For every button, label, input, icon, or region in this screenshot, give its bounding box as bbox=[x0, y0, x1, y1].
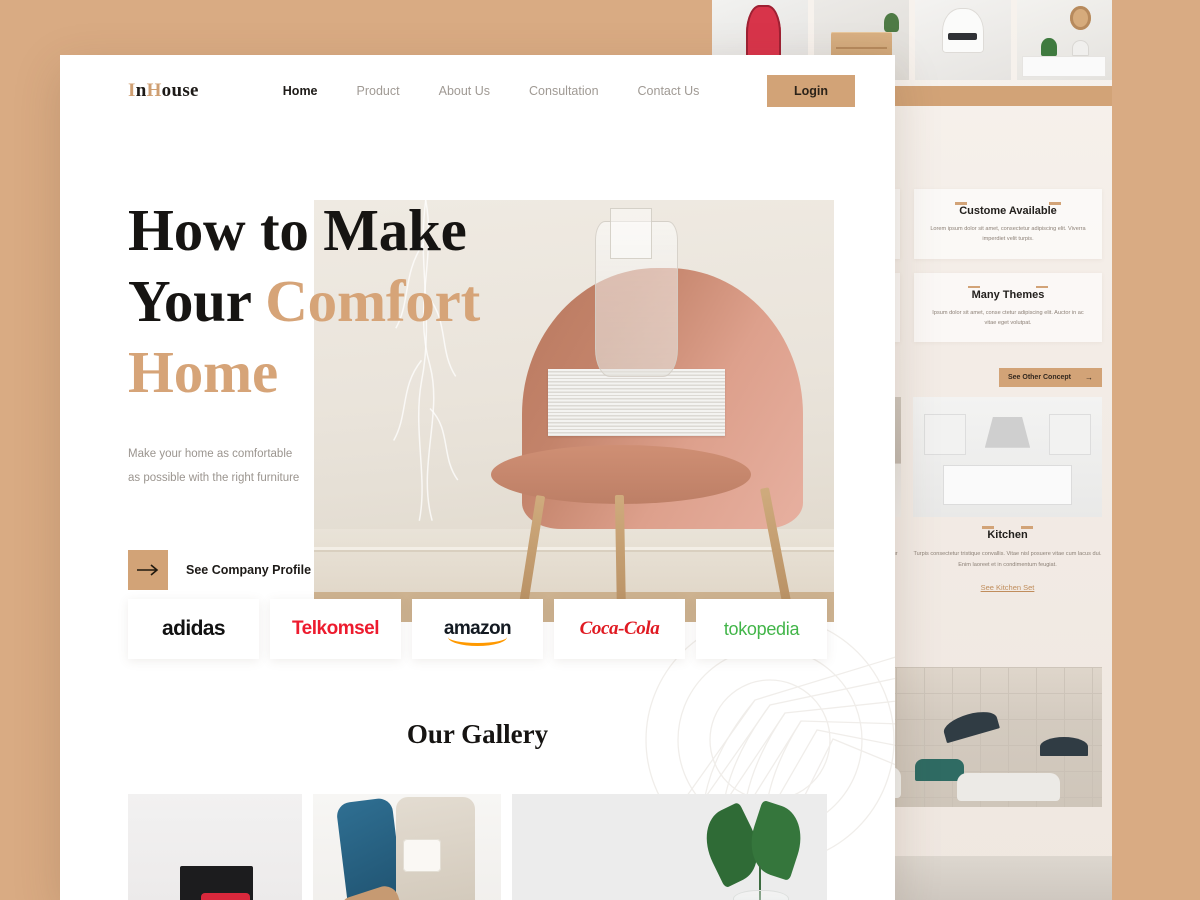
room-title: Kitchen bbox=[982, 526, 1034, 542]
hero-heading-line2-accent: Comfort bbox=[265, 267, 481, 334]
hero-heading-line1: How to Make bbox=[128, 197, 467, 263]
hero-heading-line2-plain: Your bbox=[128, 267, 266, 334]
arrow-right-icon[interactable] bbox=[128, 549, 168, 590]
amazon-smile-icon bbox=[447, 637, 508, 646]
gallery-grid bbox=[60, 794, 895, 900]
hero-heading-line3: Home bbox=[128, 338, 278, 405]
nav-item-about-us[interactable]: About Us bbox=[439, 84, 490, 98]
brand-label: tokopedia bbox=[723, 618, 800, 639]
room-body: Turpis consectetur tristique convallis. … bbox=[913, 551, 1102, 568]
landing-page-card: InHouse Home Product About Us Consultati… bbox=[60, 55, 895, 900]
nav-links: Home Product About Us Consultation Conta… bbox=[283, 84, 700, 98]
screenshot-root: See All Gallery Our Features 5 Years War… bbox=[0, 0, 1200, 900]
room-kitchen[interactable]: Kitchen Turpis consectetur tristique con… bbox=[913, 397, 1102, 592]
nav-item-consultation[interactable]: Consultation bbox=[529, 84, 599, 98]
brand-logos-row: adidas Telkomsel amazon Coca-Cola tokope… bbox=[60, 599, 895, 659]
feature-title: Custome Available bbox=[955, 202, 1061, 217]
see-company-profile-cta[interactable]: See Company Profile bbox=[128, 549, 480, 590]
arrow-right-icon: → bbox=[1085, 373, 1093, 383]
feature-body: Lorem ipsum dolor sit amet, consectetur … bbox=[930, 226, 1086, 243]
kitchen-image bbox=[913, 397, 1102, 518]
nav-item-home[interactable]: Home bbox=[283, 84, 318, 98]
brand-logo-amazon[interactable]: amazon bbox=[412, 599, 543, 659]
gallery-thumbnail-white-chair[interactable] bbox=[915, 0, 1011, 80]
gallery-thumbnail-shelf-clock[interactable] bbox=[1016, 0, 1112, 80]
brand-logo-coca-cola[interactable]: Coca-Cola bbox=[554, 599, 685, 659]
brand-logo-adidas[interactable]: adidas bbox=[128, 599, 259, 659]
hero-subtitle-line1: Make your home as comfortable bbox=[128, 448, 293, 461]
feature-card[interactable]: Many Themes Ipsum dolor sit amet, conse … bbox=[914, 272, 1102, 343]
hero-heading: How to Make Your Comfort Home bbox=[128, 195, 480, 407]
login-button[interactable]: Login bbox=[766, 75, 855, 107]
brand-label: amazon bbox=[443, 618, 512, 639]
gallery-image-desk-setup[interactable] bbox=[128, 794, 303, 900]
see-company-profile-label: See Company Profile bbox=[186, 562, 312, 577]
gallery-image-plant-vase[interactable] bbox=[511, 794, 827, 900]
see-kitchen-set-link[interactable]: See Kitchen Set bbox=[913, 583, 1102, 592]
feature-body: Ipsum dolor sit amet, conse ctetur adipi… bbox=[932, 309, 1084, 327]
stack-of-books bbox=[548, 368, 725, 437]
gallery-heading: Our Gallery bbox=[406, 719, 549, 749]
hero-section: How to Make Your Comfort Home Make your … bbox=[60, 127, 895, 622]
top-navigation-bar: InHouse Home Product About Us Consultati… bbox=[60, 55, 895, 127]
hero-text-block: How to Make Your Comfort Home Make your … bbox=[128, 195, 480, 590]
hero-subtitle-line2: as possible with the right furniture bbox=[128, 471, 300, 484]
brand-logo-tokopedia[interactable]: tokopedia bbox=[696, 599, 827, 659]
brand-label: Coca-Cola bbox=[579, 618, 660, 639]
logo[interactable]: InHouse bbox=[128, 80, 199, 102]
hero-subtitle: Make your home as comfortable as possibl… bbox=[128, 443, 480, 490]
feature-card[interactable]: Custome Available Lorem ipsum dolor sit … bbox=[914, 189, 1102, 259]
brand-logo-telkomsel[interactable]: Telkomsel bbox=[270, 599, 401, 659]
brand-label: Telkomsel bbox=[291, 618, 380, 639]
nav-item-contact-us[interactable]: Contact Us bbox=[638, 84, 700, 98]
feature-title: Many Themes bbox=[967, 285, 1049, 301]
brand-label: adidas bbox=[162, 617, 226, 640]
hero-heading-line2: Your Comfort bbox=[128, 266, 480, 337]
brand-label-wrap: amazon bbox=[443, 618, 512, 646]
nav-item-product[interactable]: Product bbox=[357, 84, 400, 98]
see-other-concept-label: See Other Concept bbox=[1007, 374, 1071, 382]
gallery-image-clothing-flatlay[interactable] bbox=[313, 794, 501, 900]
see-other-concept-button[interactable]: See Other Concept → bbox=[998, 368, 1102, 388]
